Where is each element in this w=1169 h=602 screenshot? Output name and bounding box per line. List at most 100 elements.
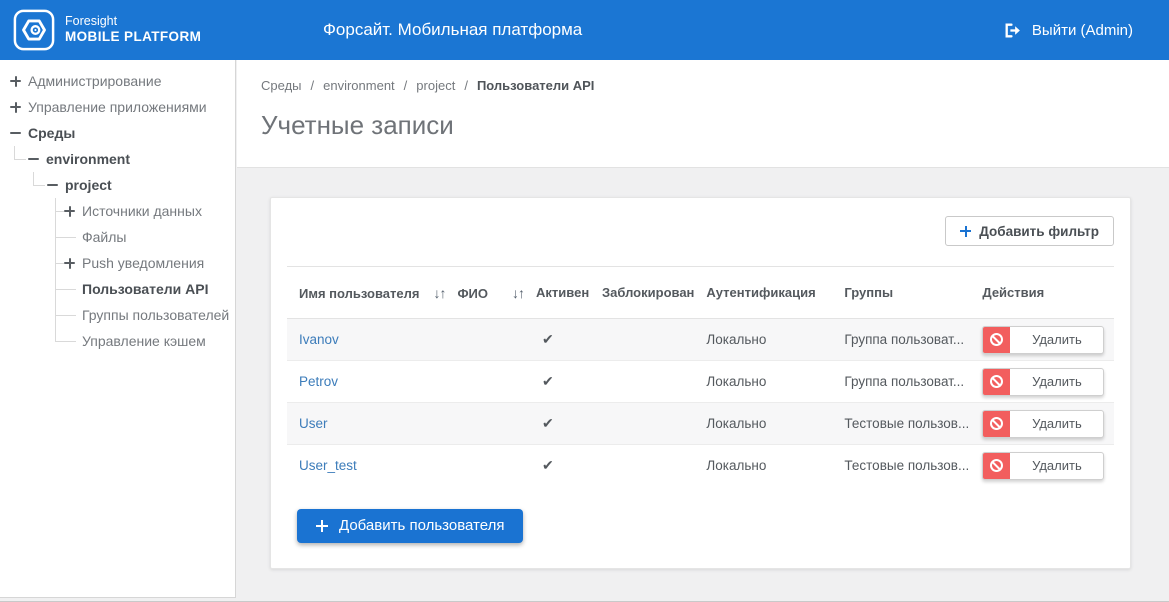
sort-icon[interactable]: ↓↑ [512,285,524,301]
brand-name: Foresight [65,14,201,30]
brand-logo: Foresight MOBILE PLATFORM [13,9,201,51]
sidebar-item-data-sources[interactable]: Источники данных [0,198,235,224]
add-filter-button[interactable]: Добавить фильтр [945,216,1114,246]
sidebar-item-app-management[interactable]: Управление приложениями [0,94,235,120]
table-row: User ✔ Локально Тестовые пользов... Удал… [287,403,1114,445]
sidebar-item-environment[interactable]: environment [0,146,235,172]
groups-cell: Группа пользоват... [832,361,970,403]
groups-cell: Группа пользоват... [832,319,970,361]
sidebar-item-files[interactable]: Файлы [0,224,235,250]
sidebar-item-administration[interactable]: Администрирование [0,68,235,94]
table-row: Ivanov ✔ Локально Группа пользоват... Уд… [287,319,1114,361]
user-link[interactable]: User [299,416,328,431]
page-title: Учетные записи [261,110,1169,141]
breadcrumb-separator: / [404,78,408,93]
app-title: Форсайт. Мобильная платформа [323,0,582,60]
sidebar-item-label: project [65,177,112,193]
user-link[interactable]: User_test [299,458,357,473]
expand-plus-icon[interactable] [64,258,75,269]
block-icon [990,375,1003,388]
foresight-logo-icon [13,9,55,51]
collapse-minus-icon[interactable] [28,154,39,165]
fio-cell [445,361,524,403]
user-link[interactable]: Ivanov [299,332,339,347]
sidebar-item-api-users[interactable]: Пользователи API [0,276,235,302]
delete-user-button[interactable]: Удалить [982,326,1104,354]
table-row: Petrov ✔ Локально Группа пользоват... Уд… [287,361,1114,403]
add-user-button[interactable]: Добавить пользователя [297,509,523,543]
groups-cell: Тестовые пользов... [832,445,970,487]
col-username: Имя пользователя↓↑ [287,267,445,319]
logout-label: Выйти (Admin) [1032,22,1133,39]
sidebar-item-label: Push уведомления [82,255,204,271]
blocked-cell [590,403,694,445]
sidebar-item-cache-management[interactable]: Управление кэшем [0,328,235,354]
col-auth: Аутентификация [694,267,832,319]
logout-button[interactable]: Выйти (Admin) [1003,0,1133,60]
breadcrumb-environments[interactable]: Среды [261,78,302,93]
delete-user-button[interactable]: Удалить [982,452,1104,480]
block-icon-badge [983,369,1010,395]
expand-plus-icon[interactable] [10,102,21,113]
col-groups: Группы [832,267,970,319]
sidebar-item-label: Группы пользователей [82,307,229,323]
block-icon-badge [983,327,1010,353]
delete-label: Удалить [1010,453,1103,479]
users-table: Имя пользователя↓↑ ФИО↓↑ Активен Заблоки… [287,266,1114,487]
active-check-icon: ✔ [536,331,554,347]
delete-label: Удалить [1010,369,1103,395]
collapse-minus-icon[interactable] [47,180,58,191]
sidebar-item-label: Управление кэшем [82,333,206,349]
sidebar-item-label: Среды [28,125,75,141]
users-card: Добавить фильтр Имя пользователя↓↑ ФИО↓↑ [270,197,1131,569]
page-header: Среды / environment / project / Пользова… [237,60,1169,168]
block-icon-badge [983,411,1010,437]
add-filter-label: Добавить фильтр [979,224,1099,239]
blocked-cell [590,361,694,403]
sidebar-item-environments[interactable]: Среды [0,120,235,146]
blocked-cell [590,319,694,361]
sidebar-item-label: Файлы [82,229,126,245]
sort-icon[interactable]: ↓↑ [433,285,445,301]
delete-user-button[interactable]: Удалить [982,368,1104,396]
table-row: User_test ✔ Локально Тестовые пользов...… [287,445,1114,487]
sidebar-nav: Администрирование Управление приложениям… [0,60,236,598]
block-icon [990,459,1003,472]
delete-label: Удалить [1010,327,1103,353]
fio-cell [445,403,524,445]
add-user-label: Добавить пользователя [339,517,504,534]
sidebar-item-label: Администрирование [28,73,162,89]
sidebar-item-user-groups[interactable]: Группы пользователей [0,302,235,328]
auth-cell: Локально [694,361,832,403]
delete-user-button[interactable]: Удалить [982,410,1104,438]
breadcrumb-environment[interactable]: environment [323,78,395,93]
main-content: Среды / environment / project / Пользова… [237,60,1169,601]
sidebar-item-push-notifications[interactable]: Push уведомления [0,250,235,276]
collapse-minus-icon[interactable] [10,128,21,139]
nav-tree: Администрирование Управление приложениям… [0,60,235,354]
breadcrumb-api-users: Пользователи API [477,78,594,93]
breadcrumb: Среды / environment / project / Пользова… [261,78,1169,93]
logout-icon [1003,21,1022,40]
auth-cell: Локально [694,403,832,445]
groups-cell: Тестовые пользов... [832,403,970,445]
block-icon [990,333,1003,346]
delete-label: Удалить [1010,411,1103,437]
table-header-row: Имя пользователя↓↑ ФИО↓↑ Активен Заблоки… [287,267,1114,319]
blocked-cell [590,445,694,487]
sidebar-item-label: Пользователи API [82,281,209,297]
breadcrumb-project[interactable]: project [416,78,455,93]
sidebar-item-project[interactable]: project [0,172,235,198]
app-window: Foresight MOBILE PLATFORM Форсайт. Мобил… [0,0,1169,602]
sidebar-item-label: Управление приложениями [28,99,207,115]
brand-product: MOBILE PLATFORM [65,29,201,46]
top-bar: Foresight MOBILE PLATFORM Форсайт. Мобил… [0,0,1169,60]
fio-cell [445,445,524,487]
active-check-icon: ✔ [536,457,554,473]
plus-icon [316,520,328,532]
col-fio: ФИО↓↑ [445,267,524,319]
auth-cell: Локально [694,445,832,487]
expand-plus-icon[interactable] [10,76,21,87]
expand-plus-icon[interactable] [64,206,75,217]
user-link[interactable]: Petrov [299,374,338,389]
